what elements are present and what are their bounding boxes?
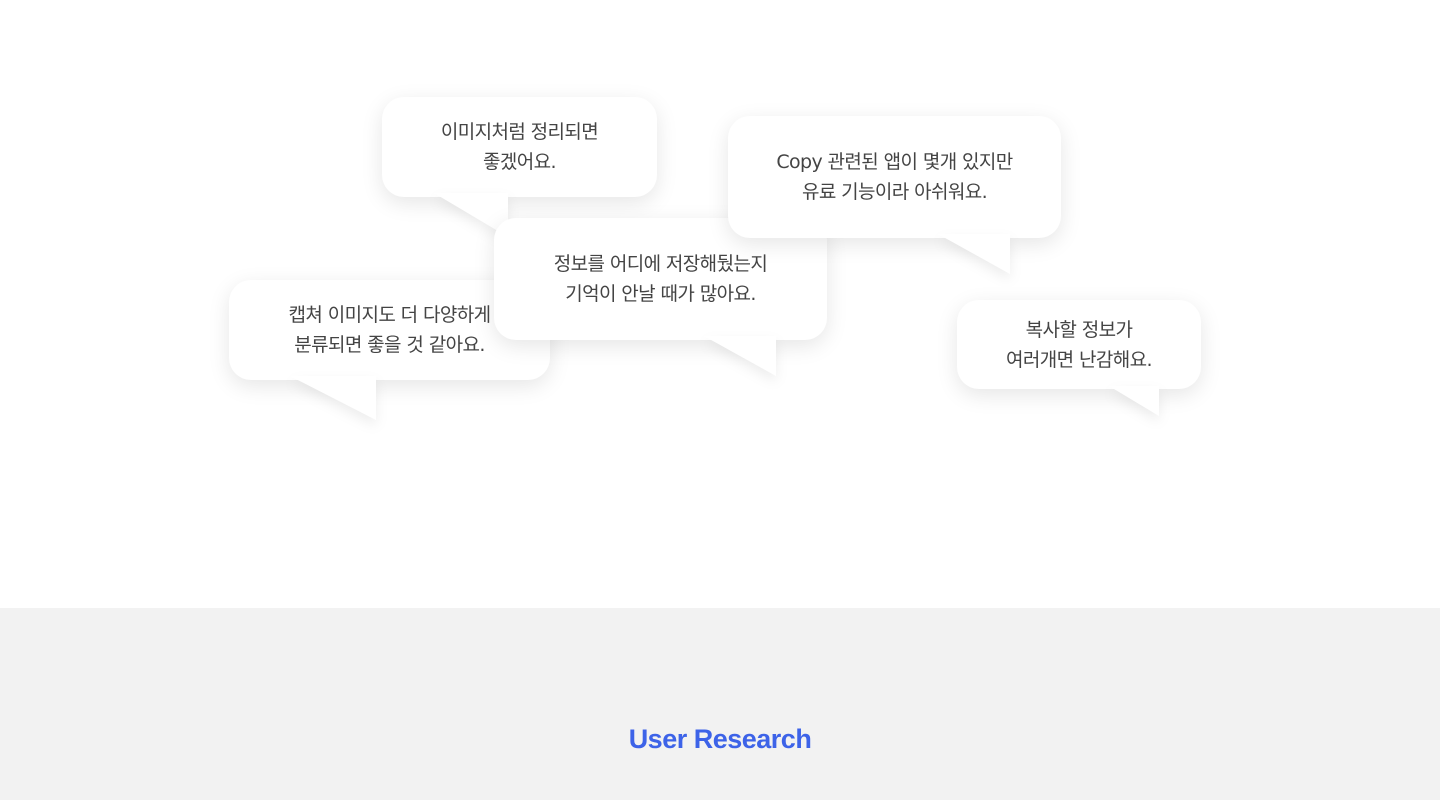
quote-line: 좋겠어요.: [483, 151, 557, 173]
speech-bubble: Copy 관련된 앱이 몇개 있지만 유료 기능이라 아쉬워요.: [728, 116, 1061, 274]
speech-bubble-tail: [704, 336, 776, 376]
page: 이미지처럼 정리되면 좋겠어요. Copy 관련된 앱이 몇개 있지만 유료 기…: [0, 0, 1440, 800]
quote-line: 기억이 안날 때가 많아요.: [565, 283, 756, 305]
quote-line: 정보를 어디에 저장해뒀는지: [553, 253, 768, 275]
quote-line: Copy 관련된 앱이 몇개 있지만: [776, 151, 1013, 173]
quote-line: 복사할 정보가: [1025, 318, 1133, 341]
quote-line: 유료 기능이라 아쉬워요.: [801, 181, 988, 203]
speech-bubble-tail: [938, 234, 1010, 274]
section-header: User Research: [0, 608, 1440, 800]
quote-line: 여러개면 난감해요.: [1006, 348, 1153, 371]
quote-line: 이미지처럼 정리되면: [440, 121, 599, 143]
quote-line: 캡쳐 이미지도 더 다양하게: [288, 304, 492, 326]
speech-bubble-tail: [1109, 386, 1159, 416]
speech-bubble: 복사할 정보가 여러개면 난감해요.: [957, 300, 1201, 416]
section-title: User Research: [628, 724, 812, 754]
quote-line: 분류되면 좋을 것 같아요.: [294, 334, 485, 356]
speech-bubble: 이미지처럼 정리되면 좋겠어요.: [382, 97, 657, 237]
quotes-area: 이미지처럼 정리되면 좋겠어요. Copy 관련된 앱이 몇개 있지만 유료 기…: [0, 0, 1440, 608]
speech-bubble-tail: [290, 376, 376, 420]
